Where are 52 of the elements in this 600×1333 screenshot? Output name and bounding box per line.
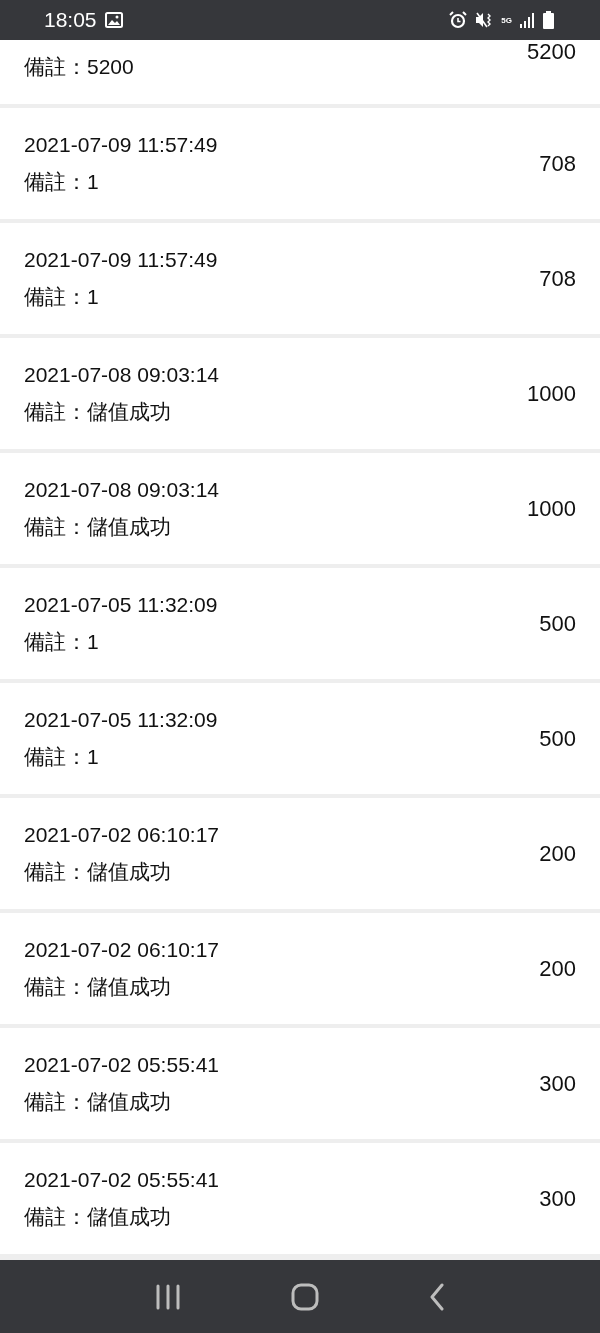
record-date: 2021-07-02 06:10:17 [24,822,220,848]
record-date: 2021-07-05 11:32:09 [24,707,219,733]
signal-icon [520,12,535,28]
record-amount: 200 [539,955,576,982]
record-amount: 500 [539,610,576,637]
record-note: 備註：儲值成功 [24,1089,172,1115]
record-card[interactable]: 2021-07-02 06:10:17 備註：儲值成功 200 [0,798,600,909]
recent-apps-icon[interactable] [155,1283,181,1310]
record-date: 2021-07-02 05:55:41 [24,1167,220,1193]
record-date: 2021-07-02 06:10:17 [24,937,220,963]
record-date: 2021-07-08 09:03:14 [24,477,220,503]
record-card[interactable]: 2021-07-09 11:57:49 備註：1 708 [0,108,600,219]
record-note: 備註：儲值成功 [24,514,172,540]
record-date: 2021-07-09 11:57:49 [24,247,219,273]
record-note: 備註：1 [24,284,100,310]
alarm-icon [449,11,468,29]
record-amount: 708 [539,150,576,177]
record-date: 2021-07-02 05:55:41 [24,1052,220,1078]
record-amount: 200 [539,840,576,867]
record-note: 備註：儲值成功 [24,974,172,1000]
record-amount: 300 [539,1070,576,1097]
record-card[interactable]: 2021-07-02 06:10:17 備註：儲值成功 200 [0,913,600,1024]
record-amount: 500 [539,725,576,752]
record-note: 備註：1 [24,629,100,655]
image-icon [104,12,123,28]
record-date: 2021-07-05 11:32:09 [24,592,219,618]
clock-time: 18:05 [44,8,97,32]
record-card[interactable]: 2021-07-09 11:57:49 備註：1 708 [0,223,600,334]
record-amount: 708 [539,265,576,292]
record-card[interactable]: 2021-07-05 11:32:09 備註：1 500 [0,568,600,679]
home-icon[interactable] [291,1282,319,1311]
record-note: 備註：1 [24,169,100,195]
record-note: 備註：儲值成功 [24,859,172,885]
record-note: 備註：儲值成功 [24,399,172,425]
record-date: 2021-07-08 09:03:14 [24,362,220,388]
record-note: 備註：儲值成功 [24,1204,172,1230]
record-note: 備註：1 [24,744,100,770]
record-card[interactable]: 2021-07-05 11:32:09 備註：1 500 [0,683,600,794]
network-type: 5G [501,15,512,25]
back-icon[interactable] [429,1282,445,1311]
record-card[interactable]: 備註：5200 5200 [0,40,600,104]
record-amount: 5200 [527,40,576,64]
record-amount: 1000 [527,380,576,407]
record-amount: 300 [539,1185,576,1212]
record-note: 備註：5200 [24,54,135,80]
battery-icon [543,11,554,29]
record-date: 2021-07-09 11:57:49 [24,132,219,158]
record-card[interactable]: 2021-07-02 05:55:41 備註：儲值成功 300 [0,1028,600,1139]
record-amount: 1000 [527,495,576,522]
record-card[interactable]: 2021-07-08 09:03:14 備註：儲值成功 1000 [0,453,600,564]
record-card[interactable]: 2021-07-08 09:03:14 備註：儲值成功 1000 [0,338,600,449]
record-card[interactable]: 2021-07-02 05:55:41 備註：儲值成功 300 [0,1143,600,1254]
